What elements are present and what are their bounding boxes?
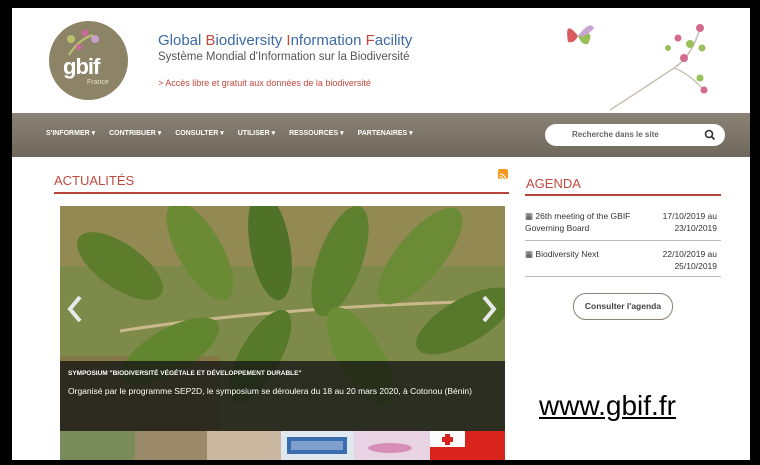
agenda-event-name[interactable]: ▦ 26th meeting of the GBIF Governing Boa…	[525, 210, 635, 234]
nav-item-sinformer[interactable]: S'INFORMER ▾	[46, 129, 95, 137]
site-header: gbif France Global Biodiversity Informat…	[12, 8, 750, 113]
title-part: nformation	[290, 32, 366, 49]
news-section-title: ACTUALITÉS	[54, 173, 135, 188]
news-slider[interactable]: SYMPOSIUM "BIODIVERSITÉ VÉGÉTALE ET DÉVE…	[60, 206, 505, 431]
slider-next-arrow-icon[interactable]	[480, 294, 498, 324]
search-icon[interactable]	[703, 128, 717, 142]
nav-item-contribuer[interactable]: CONTRIBUER ▾	[109, 129, 161, 137]
nav-item-partenaires[interactable]: PARTENAIRES ▾	[358, 129, 413, 137]
news-title-underline	[54, 192, 509, 194]
nav-item-utiliser[interactable]: UTILISER ▾	[238, 129, 275, 137]
agenda-title-underline	[525, 194, 721, 196]
thumbnail-birds[interactable]	[135, 431, 207, 460]
website-url-label: www.gbif.fr	[539, 390, 676, 421]
site-title: Global Biodiversity Information Facility	[158, 32, 412, 49]
fish-icon	[368, 443, 412, 453]
agenda-event-row[interactable]: ▦ 26th meeting of the GBIF Governing Boa…	[525, 210, 721, 242]
thumbnail-disco-logo[interactable]	[281, 431, 354, 460]
slide-caption-title: SYMPOSIUM "BIODIVERSITÉ VÉGÉTALE ET DÉVE…	[68, 370, 302, 377]
butterfly-icon	[567, 25, 594, 45]
main-navigation: S'INFORMER ▾ CONTRIBUER ▾ CONSULTER ▾ UT…	[12, 113, 750, 157]
slider-thumbnails	[60, 431, 505, 460]
agenda-event-label: Biodiversity Next	[535, 249, 599, 259]
agenda-event-date: 22/10/2019 au 25/10/2019	[662, 249, 717, 271]
thumbnail-speaker[interactable]	[207, 431, 281, 460]
agenda-event-label: 26th meeting of the GBIF Governing Board	[525, 211, 631, 233]
site-subtitle: Système Mondial d'Information sur la Bio…	[158, 51, 410, 63]
agenda-separator	[525, 276, 721, 277]
rss-feed-icon[interactable]	[498, 169, 508, 181]
nav-menu: S'INFORMER ▾ CONTRIBUER ▾ CONSULTER ▾ UT…	[46, 129, 413, 137]
nav-item-consulter[interactable]: CONSULTER ▾	[175, 129, 224, 137]
slide-caption[interactable]: SYMPOSIUM "BIODIVERSITÉ VÉGÉTALE ET DÉVE…	[60, 361, 505, 431]
title-initial-f: F	[365, 32, 375, 49]
flowering-branch-icon	[609, 24, 708, 111]
search-input[interactable]: Recherche dans le site	[545, 124, 725, 146]
disco-logo-icon	[287, 437, 347, 454]
thumbnail-fish[interactable]	[354, 431, 430, 460]
consult-agenda-button[interactable]: Consulter l'agenda	[573, 293, 673, 320]
nav-item-ressources[interactable]: RESSOURCES ▾	[289, 129, 343, 137]
title-part: iodiversity	[215, 32, 287, 49]
title-part: acility	[374, 32, 413, 49]
red-cross-icon	[430, 431, 465, 447]
site-tagline-link[interactable]: > Accès libre et gratuit aux données de …	[158, 78, 371, 88]
calendar-icon: ▦	[525, 211, 536, 221]
logo-subtext: France	[87, 79, 109, 86]
slide-caption-text: Organisé par le programme SEP2D, le symp…	[68, 386, 472, 396]
slider-prev-arrow-icon[interactable]	[66, 294, 84, 324]
title-initial-b: B	[205, 32, 216, 49]
search-placeholder: Recherche dans le site	[572, 130, 659, 139]
browser-page: gbif France Global Biodiversity Informat…	[12, 8, 750, 460]
agenda-event-date: 17/10/2019 au 23/10/2019	[662, 211, 717, 233]
title-part: Global	[158, 32, 206, 49]
agenda-separator	[525, 240, 721, 241]
logo-wordmark: gbif	[63, 54, 100, 79]
gbif-france-logo[interactable]: gbif France	[49, 21, 128, 100]
agenda-section-title: AGENDA	[526, 176, 581, 191]
agenda-event-name[interactable]: ▦ Biodiversity Next	[525, 248, 635, 260]
thumbnail-plant[interactable]	[60, 431, 135, 460]
thumbnail-red-cross[interactable]	[430, 431, 505, 460]
calendar-icon: ▦	[525, 249, 536, 259]
